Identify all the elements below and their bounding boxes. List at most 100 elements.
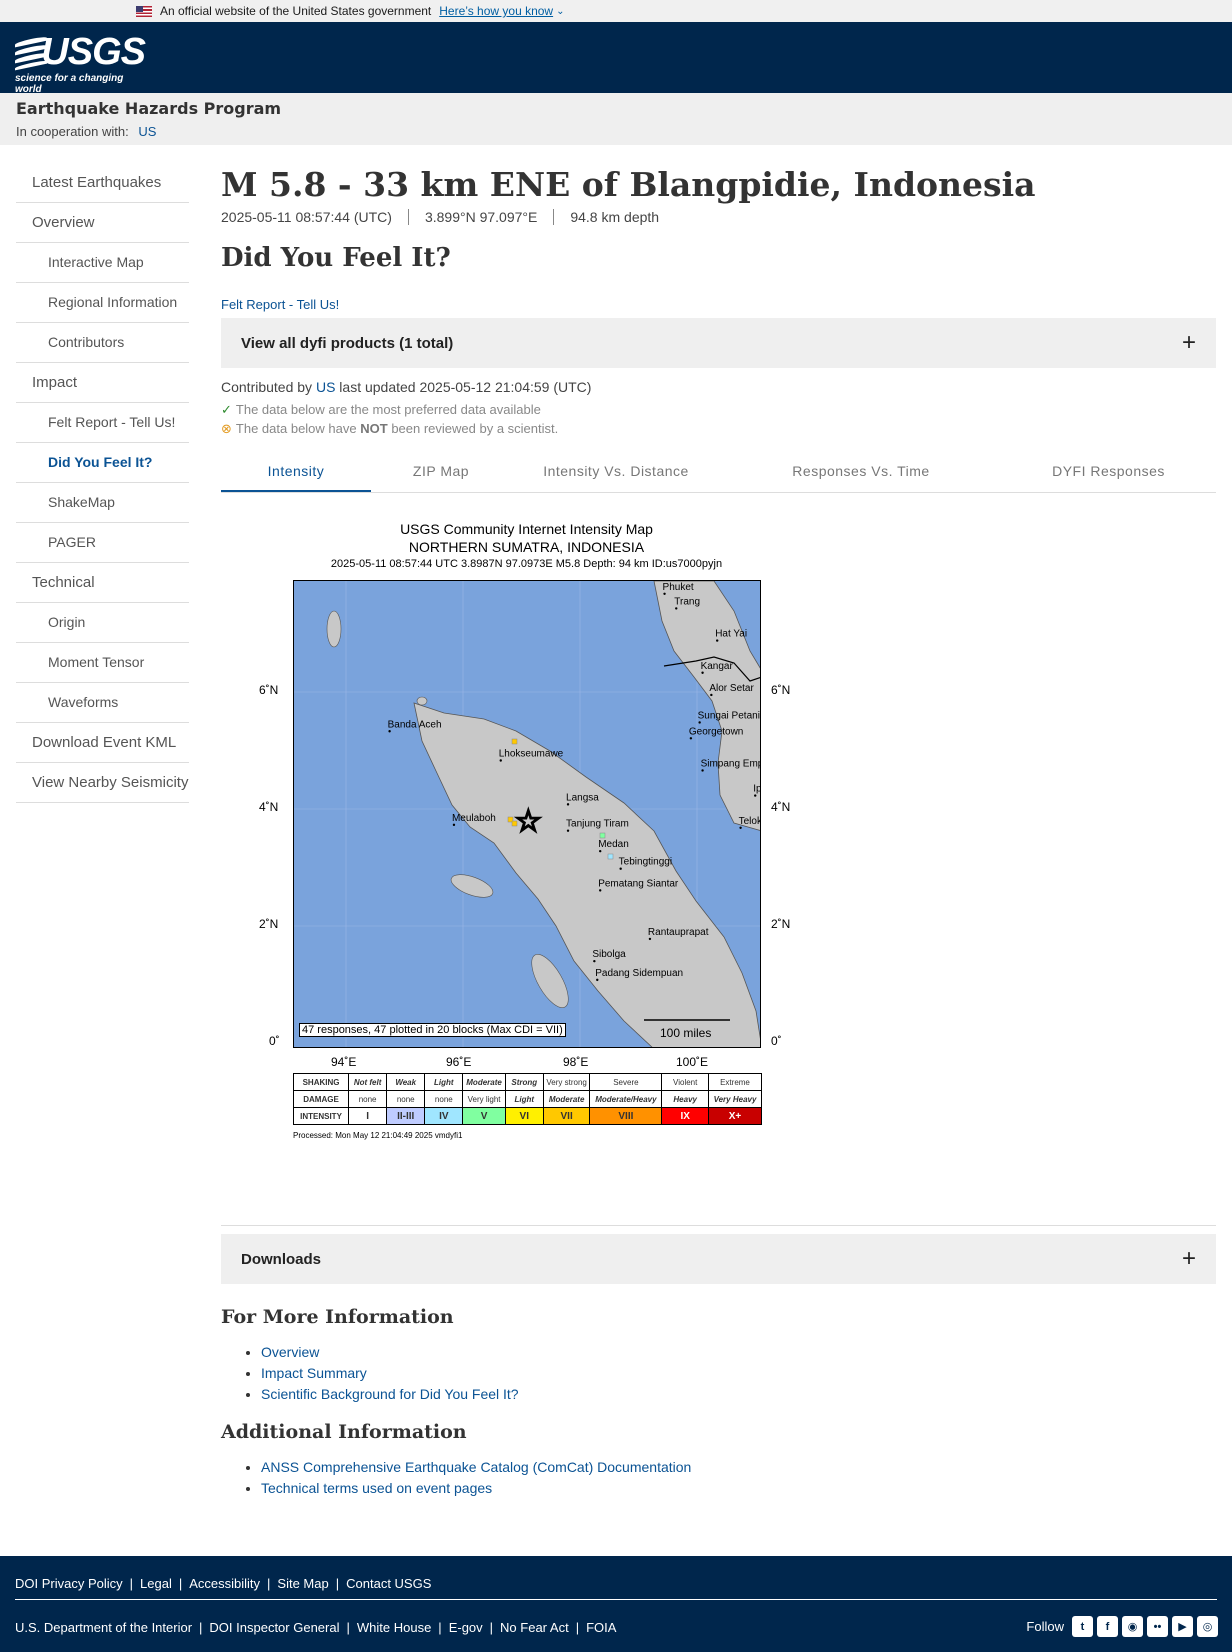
lat-tick-label: 0˚	[269, 1034, 280, 1048]
instagram-icon[interactable]: ◎	[1197, 1616, 1218, 1637]
coop-link[interactable]: US	[138, 124, 156, 139]
footer-link-doi[interactable]: U.S. Department of the Interior	[15, 1620, 192, 1635]
chevron-down-icon[interactable]: ⌄	[556, 6, 564, 17]
legend-intensity-cell: IV	[424, 1107, 464, 1125]
sidebar-item-dyfi[interactable]: Did You Feel It?	[16, 443, 189, 483]
place-label: Hat Yai	[715, 629, 747, 640]
place-dot	[675, 607, 678, 610]
usgs-waves-icon	[15, 35, 47, 71]
legend-shaking-cell: Severe	[589, 1073, 663, 1091]
link-comcat-docs[interactable]: ANSS Comprehensive Earthquake Catalog (C…	[261, 1459, 691, 1475]
place-dot	[689, 737, 693, 740]
place-dot	[593, 959, 596, 963]
follow-section: Follow t f ◉ •• ▶ ◎	[1026, 1616, 1218, 1637]
map-title-1: USGS Community Internet Intensity Map	[400, 521, 653, 537]
link-overview[interactable]: Overview	[261, 1344, 319, 1360]
tab-intensity[interactable]: Intensity	[221, 455, 371, 492]
felt-report-link[interactable]: Felt Report - Tell Us!	[221, 297, 1216, 312]
footer-link-contact[interactable]: Contact USGS	[346, 1576, 431, 1591]
lat-tick-label-right: 0˚	[771, 1034, 782, 1048]
processed-text: Processed: Mon May 12 21:04:49 2025 vmdy…	[293, 1131, 463, 1140]
footer-link-whitehouse[interactable]: White House	[357, 1620, 431, 1635]
contributor-link[interactable]: US	[316, 379, 335, 395]
place-dot	[452, 823, 456, 827]
link-dyfi-background[interactable]: Scientific Background for Did You Feel I…	[261, 1386, 519, 1402]
place-dot	[599, 889, 602, 892]
sidebar-item-latest-earthquakes[interactable]: Latest Earthquakes	[16, 163, 189, 203]
tab-intensity-vs-distance[interactable]: Intensity Vs. Distance	[511, 455, 721, 492]
facebook-icon[interactable]: f	[1097, 1616, 1118, 1637]
footer-link-privacy[interactable]: DOI Privacy Policy	[15, 1576, 123, 1591]
review-note-suffix: been reviewed by a scientist.	[391, 421, 559, 436]
map-title-3: 2025-05-11 08:57:44 UTC 3.8987N 97.0973E…	[330, 558, 723, 570]
github-icon[interactable]: ◉	[1122, 1616, 1143, 1637]
sidebar-item-overview[interactable]: Overview	[16, 203, 189, 243]
footer-link-sitemap[interactable]: Site Map	[277, 1576, 328, 1591]
footer-link-legal[interactable]: Legal	[140, 1576, 172, 1591]
scale-label: 100 miles	[660, 1026, 712, 1040]
footer-link-inspector[interactable]: DOI Inspector General	[209, 1620, 339, 1635]
tab-responses-vs-time[interactable]: Responses Vs. Time	[721, 455, 1001, 492]
intensity-map: Phuket Trang Hat Yai Kangar Alor Setar Sungai…	[293, 580, 761, 1048]
place-label: Georgetown	[689, 726, 743, 737]
flickr-icon[interactable]: ••	[1147, 1616, 1168, 1637]
sidebar-item-felt-report[interactable]: Felt Report - Tell Us!	[16, 403, 189, 443]
link-impact-summary[interactable]: Impact Summary	[261, 1365, 367, 1381]
lat-tick-label-right: 4˚N	[771, 800, 791, 814]
site-title-bar: Earthquake Hazards Program In cooperatio…	[0, 93, 1232, 145]
sidebar-item-pager[interactable]: PAGER	[16, 523, 189, 563]
downloads-accordion[interactable]: Downloads +	[221, 1234, 1216, 1284]
sidebar-item-origin[interactable]: Origin	[16, 603, 189, 643]
twitter-icon[interactable]: t	[1072, 1616, 1093, 1637]
main-content: M 5.8 - 33 km ENE of Blangpidie, Indones…	[221, 163, 1216, 1499]
footer-link-egov[interactable]: E-gov	[449, 1620, 483, 1635]
program-title[interactable]: Earthquake Hazards Program	[16, 99, 1216, 118]
event-time: 2025-05-11 08:57:44 (UTC)	[221, 209, 409, 225]
contrib-prefix: Contributed by	[221, 379, 313, 395]
place-label: Sungai Petani	[698, 710, 760, 721]
tab-zip-map[interactable]: ZIP Map	[371, 455, 511, 492]
intensity-legend: SHAKING Not felt Weak Light Moderate Strong Ve…	[292, 1073, 763, 1125]
tab-dyfi-responses[interactable]: DYFI Responses	[1001, 455, 1216, 492]
link-technical-terms[interactable]: Technical terms used on event pages	[261, 1480, 492, 1496]
legend-shaking-cell: Moderate	[462, 1073, 506, 1091]
sidebar-item-nearby-seismicity[interactable]: View Nearby Seismicity	[16, 763, 189, 803]
legend-damage-cell: none	[386, 1090, 426, 1108]
sidebar-item-technical[interactable]: Technical	[16, 563, 189, 603]
footer-link-accessibility[interactable]: Accessibility	[189, 1576, 260, 1591]
event-location: 3.899°N 97.097°E	[425, 209, 555, 225]
footer-link-nofear[interactable]: No Fear Act	[500, 1620, 569, 1635]
footer-links-bottom: U.S. Department of the Interior | DOI Insp…	[15, 1620, 617, 1635]
sidebar-item-moment-tensor[interactable]: Moment Tensor	[16, 643, 189, 683]
footer-divider	[15, 1599, 1217, 1600]
legend-shaking-label: SHAKING	[292, 1073, 350, 1091]
usgs-logo[interactable]: USGS science for a changing world	[15, 32, 146, 95]
sidebar-item-download-kml[interactable]: Download Event KML	[16, 723, 189, 763]
legend-intensity-label: INTENSITY	[292, 1107, 350, 1125]
dyfi-title: Did You Feel It?	[221, 243, 451, 273]
youtube-icon[interactable]: ▶	[1172, 1616, 1193, 1637]
place-dot	[701, 671, 704, 674]
sidebar-item-interactive-map[interactable]: Interactive Map	[16, 243, 189, 283]
downloads-label: Downloads	[241, 1250, 322, 1268]
plus-icon[interactable]: +	[1182, 329, 1196, 357]
legend-damage-cell: Light	[504, 1090, 544, 1108]
legend-damage-label: DAMAGE	[292, 1090, 350, 1108]
lat-tick-label: 2˚N	[259, 917, 279, 931]
sidebar-item-contributors[interactable]: Contributors	[16, 323, 189, 363]
plus-icon[interactable]: +	[1182, 1245, 1196, 1273]
heres-how-you-know-link[interactable]: Here’s how you know	[439, 4, 553, 18]
sidebar-item-shakemap[interactable]: ShakeMap	[16, 483, 189, 523]
warning-circle-icon: ⊗	[221, 421, 232, 436]
footer-link-foia[interactable]: FOIA	[586, 1620, 616, 1635]
legend-damage-cell: Very Heavy	[707, 1090, 763, 1108]
sidebar-item-impact[interactable]: Impact	[16, 363, 189, 403]
place-label: Rantauprapat	[648, 927, 709, 938]
review-note-bold: NOT	[360, 421, 388, 436]
us-flag-icon	[136, 5, 152, 17]
sidebar-item-waveforms[interactable]: Waveforms	[16, 683, 189, 723]
follow-label: Follow	[1026, 1619, 1064, 1634]
sidebar-item-regional-information[interactable]: Regional Information	[16, 283, 189, 323]
lon-tick-label: 98˚E	[563, 1055, 589, 1069]
dyfi-products-accordion[interactable]: View all dyfi products (1 total) +	[221, 318, 1216, 368]
